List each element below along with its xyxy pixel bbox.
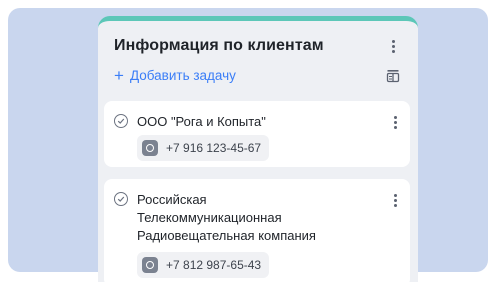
kebab-menu-icon[interactable] <box>388 191 402 209</box>
plus-icon: + <box>114 65 124 85</box>
phone-number: +7 812 987-65-43 <box>166 258 262 272</box>
check-circle-icon[interactable] <box>114 114 128 128</box>
filter-list-icon[interactable] <box>386 69 400 83</box>
phone-chip[interactable]: +7 916 123-45-67 <box>137 135 270 161</box>
kebab-menu-icon[interactable] <box>386 37 400 55</box>
client-name: Российская Телекоммуникационная Радиовещ… <box>137 192 316 243</box>
phone-chip[interactable]: +7 812 987-65-43 <box>137 252 270 278</box>
clients-panel: Информация по клиентам + Добавить задачу… <box>98 16 418 282</box>
client-name: ООО "Рога и Копыта" <box>137 114 266 129</box>
client-card[interactable]: ООО "Рога и Копыта" +7 916 123-45-67 <box>104 101 410 167</box>
phone-icon <box>142 140 158 156</box>
add-task-label: Добавить задачу <box>129 68 236 83</box>
client-card[interactable]: Российская Телекоммуникационная Радиовещ… <box>104 179 410 282</box>
panel-header: Информация по клиентам + Добавить задачу <box>98 21 418 97</box>
phone-icon <box>142 257 158 273</box>
phone-number: +7 916 123-45-67 <box>166 141 262 155</box>
kebab-menu-icon[interactable] <box>388 113 402 131</box>
check-circle-icon[interactable] <box>114 192 128 206</box>
panel-title: Информация по клиентам <box>114 37 324 54</box>
add-task-button[interactable]: + Добавить задачу <box>114 65 236 85</box>
